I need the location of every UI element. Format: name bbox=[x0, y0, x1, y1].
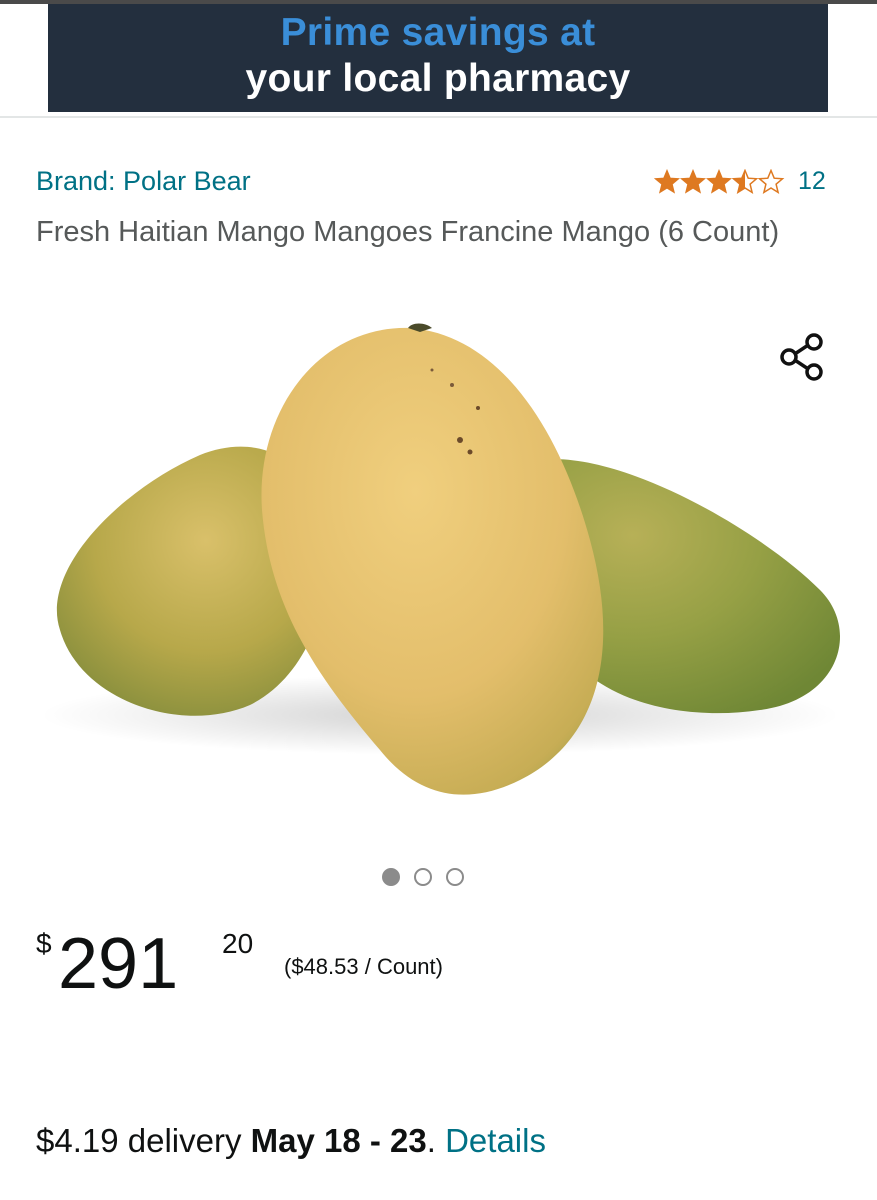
carousel-dot-2[interactable] bbox=[414, 868, 432, 886]
carousel-dot-3[interactable] bbox=[446, 868, 464, 886]
currency-symbol: $ bbox=[36, 928, 52, 959]
product-title: Fresh Haitian Mango Mangoes Francine Man… bbox=[36, 216, 780, 248]
carousel-dot-1[interactable] bbox=[382, 868, 400, 886]
banner-line-2: your local pharmacy bbox=[245, 57, 631, 100]
stars-icon bbox=[654, 169, 784, 193]
prime-banner-ad[interactable]: Prime savings at your local pharmacy bbox=[48, 4, 828, 112]
rating-count: 12 bbox=[798, 167, 826, 195]
price-per-unit: ($48.53 / Count) bbox=[284, 954, 443, 979]
delivery-cost: $4.19 delivery bbox=[36, 1122, 242, 1159]
brand-link[interactable]: Brand: Polar Bear bbox=[36, 166, 251, 197]
price-fraction: 20 bbox=[222, 928, 254, 959]
share-icon[interactable] bbox=[776, 330, 830, 384]
delivery-info: $4.19 delivery May 18 - 23. Details bbox=[36, 1122, 546, 1160]
delivery-period: . bbox=[426, 1122, 436, 1159]
divider bbox=[0, 116, 877, 118]
star-rating bbox=[654, 169, 786, 195]
banner-line-1: Prime savings at bbox=[280, 11, 596, 54]
delivery-details-link[interactable]: Details bbox=[445, 1122, 546, 1159]
product-image[interactable] bbox=[0, 310, 877, 840]
delivery-dates: May 18 - 23 bbox=[250, 1122, 427, 1159]
price-whole: 291 bbox=[58, 924, 179, 1004]
mango-illustration bbox=[40, 323, 840, 795]
carousel-indicator bbox=[382, 868, 464, 886]
rating-summary[interactable]: 12 bbox=[654, 167, 826, 196]
